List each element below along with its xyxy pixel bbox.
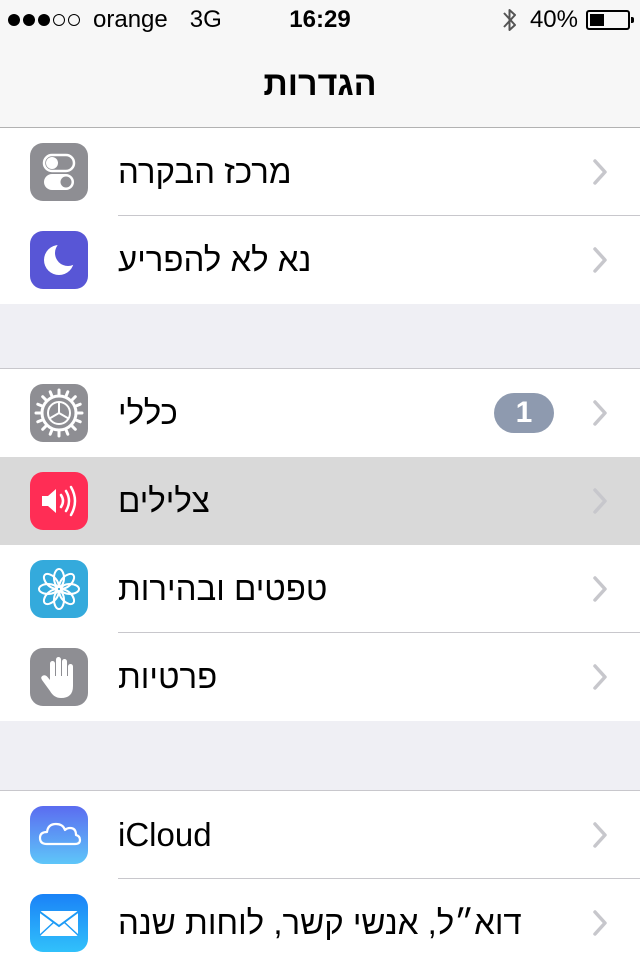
envelope-icon [30,894,88,952]
gear-icon [30,384,88,442]
settings-item-label: כללי [118,394,178,431]
settings-item-do-not-disturb[interactable]: נא לא להפריע [0,216,640,304]
navigation-bar: הגדרות [0,40,640,128]
battery-fill [590,14,604,26]
battery-tip [631,17,634,23]
settings-group-1: מרכז הבקרה נא לא להפריע [0,128,640,304]
settings-item-wallpapers-brightness[interactable]: טפטים ובהירות [0,545,640,633]
settings-item-general[interactable]: כללי 1 [0,369,640,457]
cloud-icon [30,806,88,864]
settings-item-label: צלילים [118,482,210,519]
settings-group-3: iCloud דוא״ל, אנשי קשר, לוחות שנה [0,790,640,960]
chevron-right-icon [593,247,607,273]
settings-item-icloud[interactable]: iCloud [0,791,640,879]
moon-icon [30,231,88,289]
battery-percent: 40% [529,6,578,33]
chevron-right-icon [593,400,607,426]
settings-group-2: כללי 1 צלילים טפטים ובהירות פרטיות [0,368,640,721]
settings-item-control-center[interactable]: מרכז הבקרה [0,128,640,216]
settings-item-label: טפטים ובהירות [118,570,328,607]
chevron-right-icon [593,910,607,936]
settings-item-label: פרטיות [118,658,218,695]
hand-icon [30,648,88,706]
chevron-right-icon [593,488,607,514]
battery-icon [586,10,634,30]
chevron-right-icon [593,822,607,848]
notification-badge: 1 [494,393,554,433]
chevron-right-icon [593,159,607,185]
settings-item-label: דוא״ל, אנשי קשר, לוחות שנה [118,904,522,941]
settings-item-mail-contacts-calendars[interactable]: דוא״ל, אנשי קשר, לוחות שנה [0,879,640,960]
speaker-icon [30,472,88,530]
settings-item-label: מרכז הבקרה [118,153,292,190]
settings-item-sounds[interactable]: צלילים [0,457,640,545]
flower-icon [30,560,88,618]
toggle-switches-icon [30,143,88,201]
bluetooth-icon [503,9,516,31]
settings-item-label: נא לא להפריע [118,241,312,278]
chevron-right-icon [593,664,607,690]
settings-item-privacy[interactable]: פרטיות [0,633,640,721]
settings-item-label: iCloud [118,816,212,853]
status-bar: orange 3G 16:29 40% [0,0,640,40]
settings-screen: orange 3G 16:29 40% הגדרות מרכז הבקרה נא… [0,0,640,960]
page-title: הגדרות [263,65,377,103]
chevron-right-icon [593,576,607,602]
status-right: 40% [500,5,634,35]
